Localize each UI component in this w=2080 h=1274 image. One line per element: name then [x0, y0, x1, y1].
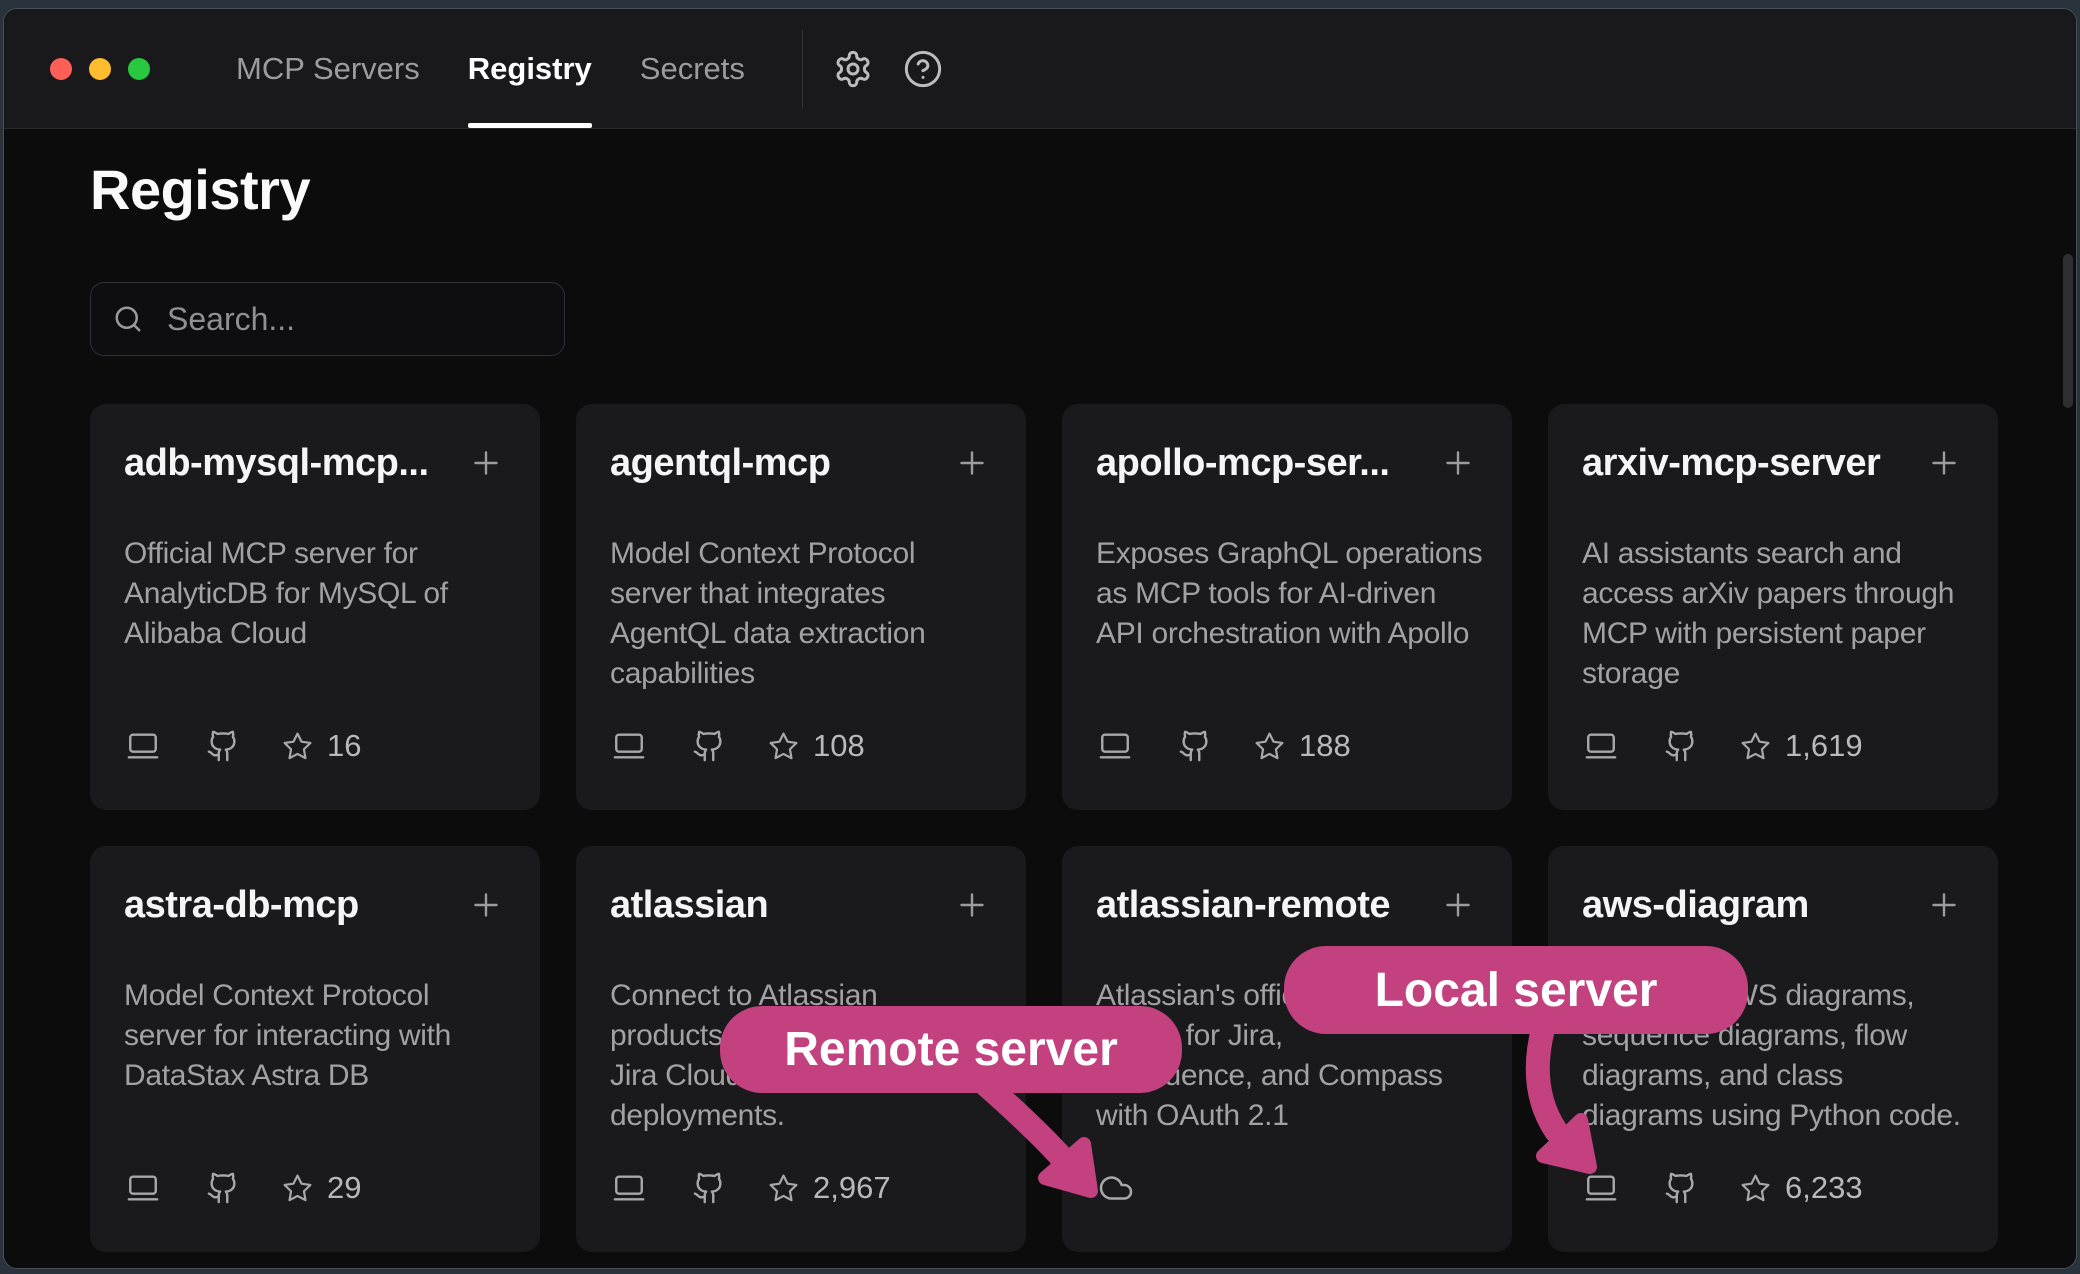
github-icon: [1620, 1171, 1698, 1205]
add-server-button[interactable]: [468, 445, 504, 481]
server-card[interactable]: astra-db-mcp Model Context Protocol serv…: [90, 846, 540, 1252]
github-icon: [1134, 729, 1212, 763]
app-window: MCP Servers Registry Secrets Registry: [3, 8, 2077, 1269]
laptop-icon: [1582, 729, 1620, 763]
star-count: 6,233: [1785, 1170, 1863, 1206]
screenshot-root: MCP Servers Registry Secrets Registry: [0, 0, 2080, 1274]
registry-page: Registry adb-mysql-mcp... Official MCP s…: [4, 129, 2076, 1268]
card-footer: 188: [1096, 728, 1351, 764]
tab-registry[interactable]: Registry: [468, 9, 592, 128]
search-input[interactable]: [165, 300, 589, 339]
github-icon: [1620, 729, 1698, 763]
traffic-lights: [50, 58, 150, 80]
card-footer: 6,233: [1582, 1170, 1863, 1206]
add-server-button[interactable]: [468, 887, 504, 923]
star-count: 29: [327, 1170, 361, 1206]
search-icon: [113, 304, 143, 334]
nav-tabs: MCP Servers Registry Secrets: [236, 9, 745, 128]
star-count: 188: [1299, 728, 1351, 764]
vertical-scrollbar[interactable]: [2063, 254, 2073, 408]
star-icon: [726, 731, 799, 762]
server-name: apollo-mcp-ser...: [1096, 440, 1389, 486]
tab-secrets[interactable]: Secrets: [640, 9, 745, 128]
server-name: astra-db-mcp: [124, 882, 359, 928]
server-description: Exposes GraphQL operations as MCP tools …: [1096, 534, 1480, 654]
star-count: 1,619: [1785, 728, 1863, 764]
laptop-icon: [1582, 1171, 1620, 1205]
star-count: 2,967: [813, 1170, 891, 1206]
star-icon: [240, 1173, 313, 1204]
local-server-callout: Local server: [1284, 946, 1748, 1034]
server-description: AI assistants search and access arXiv pa…: [1582, 534, 1966, 694]
titlebar: MCP Servers Registry Secrets: [4, 9, 2076, 129]
server-name: atlassian-remote: [1096, 882, 1390, 928]
laptop-icon: [124, 1171, 162, 1205]
github-icon: [648, 729, 726, 763]
server-card[interactable]: aws-diagram Generate AWS diagrams, seque…: [1548, 846, 1998, 1252]
card-footer: 16: [124, 728, 361, 764]
add-server-button[interactable]: [1440, 887, 1476, 923]
zoom-window-button[interactable]: [128, 58, 150, 80]
server-name: adb-mysql-mcp...: [124, 440, 429, 486]
page-title: Registry: [90, 157, 310, 222]
github-icon: [162, 729, 240, 763]
close-window-button[interactable]: [50, 58, 72, 80]
star-icon: [240, 731, 313, 762]
minimize-window-button[interactable]: [89, 58, 111, 80]
server-name: arxiv-mcp-server: [1582, 440, 1880, 486]
laptop-icon: [124, 729, 162, 763]
server-card[interactable]: adb-mysql-mcp... Official MCP server for…: [90, 404, 540, 810]
add-server-button[interactable]: [1926, 445, 1962, 481]
server-description: Model Context Protocol server that integ…: [610, 534, 994, 694]
cloud-icon: [1096, 1170, 1136, 1206]
star-count: 108: [813, 728, 865, 764]
star-icon: [1212, 731, 1285, 762]
add-server-button[interactable]: [954, 445, 990, 481]
settings-gear-icon[interactable]: [833, 49, 873, 89]
card-footer: 1,619: [1582, 728, 1863, 764]
laptop-icon: [610, 1171, 648, 1205]
tab-mcp-servers[interactable]: MCP Servers: [236, 9, 420, 128]
star-icon: [1698, 1173, 1771, 1204]
card-footer: 108: [610, 728, 865, 764]
server-card-grid: adb-mysql-mcp... Official MCP server for…: [90, 404, 1998, 1252]
server-card[interactable]: agentql-mcp Model Context Protocol serve…: [576, 404, 1026, 810]
github-icon: [648, 1171, 726, 1205]
server-name: agentql-mcp: [610, 440, 830, 486]
star-icon: [1698, 731, 1771, 762]
server-name: atlassian: [610, 882, 768, 928]
search-box: [90, 282, 565, 356]
add-server-button[interactable]: [1926, 887, 1962, 923]
help-icon[interactable]: [903, 49, 943, 89]
card-footer: 2,967: [610, 1170, 891, 1206]
card-footer: 29: [124, 1170, 361, 1206]
server-name: aws-diagram: [1582, 882, 1809, 928]
laptop-icon: [1096, 729, 1134, 763]
add-server-button[interactable]: [1440, 445, 1476, 481]
star-icon: [726, 1173, 799, 1204]
laptop-icon: [610, 729, 648, 763]
server-card[interactable]: apollo-mcp-ser... Exposes GraphQL operat…: [1062, 404, 1512, 810]
server-description: Model Context Protocol server for intera…: [124, 976, 508, 1096]
server-description: Official MCP server for AnalyticDB for M…: [124, 534, 508, 654]
card-footer: [1096, 1170, 1136, 1206]
add-server-button[interactable]: [954, 887, 990, 923]
remote-server-callout: Remote server: [720, 1006, 1182, 1093]
server-card[interactable]: arxiv-mcp-server AI assistants search an…: [1548, 404, 1998, 810]
star-count: 16: [327, 728, 361, 764]
titlebar-divider: [802, 30, 803, 108]
github-icon: [162, 1171, 240, 1205]
